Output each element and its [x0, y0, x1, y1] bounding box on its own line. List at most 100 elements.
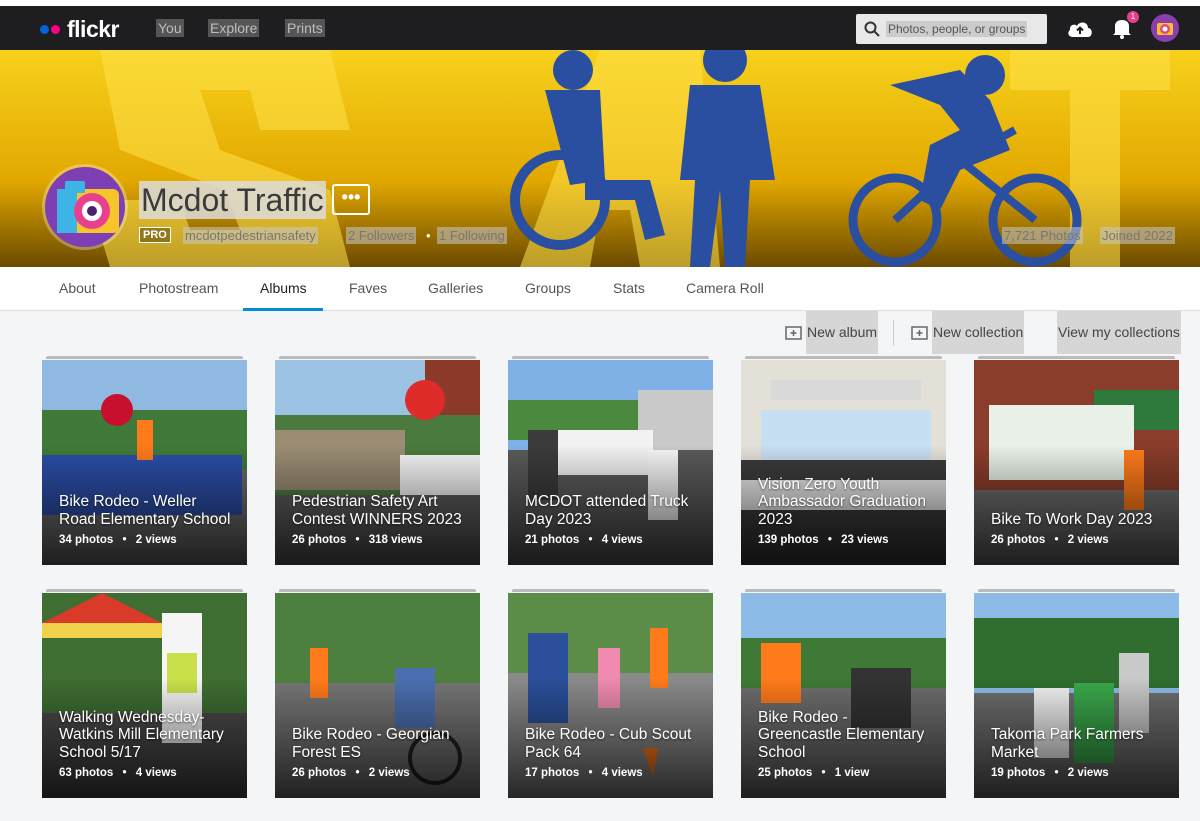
meta-separator: •	[426, 228, 431, 243]
album-stack-edge	[279, 589, 476, 592]
album-photo-count: 34 photos	[59, 534, 114, 546]
top-navbar: flickr You Explore Prints Photos, people…	[0, 0, 1200, 50]
album-stack-edge	[512, 356, 709, 359]
album-card[interactable]: Bike Rodeo - Cub Scout Pack 64 17 photos…	[508, 593, 713, 798]
more-options-button[interactable]: •••	[332, 184, 370, 215]
album-card[interactable]: Bike Rodeo - Greencastle Elementary Scho…	[741, 593, 946, 798]
album-card[interactable]: Pedestrian Safety Art Contest WINNERS 20…	[275, 360, 480, 565]
count-separator: •	[827, 534, 832, 546]
album-counts: 139 photos • 23 views	[758, 534, 934, 546]
album-card[interactable]: Walking Wednesday-Watkins Mill Elementar…	[42, 593, 247, 798]
album-info: Bike Rodeo - Georgian Forest ES 26 photo…	[292, 726, 468, 779]
album-card[interactable]: Bike Rodeo - Weller Road Elementary Scho…	[42, 360, 247, 565]
tab-albums[interactable]: Albums	[260, 280, 307, 296]
album-counts: 34 photos • 2 views	[59, 534, 235, 546]
count-separator: •	[588, 534, 593, 546]
tab-photostream[interactable]: Photostream	[139, 280, 218, 296]
profile-tabs: About Photostream Albums Faves Galleries…	[0, 267, 1200, 311]
new-album-label: New album	[806, 311, 879, 354]
album-title: MCDOT attended Truck Day 2023	[525, 493, 689, 528]
album-title: Takoma Park Farmers Market	[991, 726, 1144, 761]
album-stack-edge	[279, 356, 476, 359]
nav-explore-link[interactable]: Explore	[208, 19, 260, 37]
album-counts: 26 photos • 318 views	[292, 534, 468, 546]
album-photo-count: 26 photos	[292, 534, 347, 546]
album-card[interactable]: Bike Rodeo - Georgian Forest ES 26 photo…	[275, 593, 480, 798]
brand-name: flickr	[67, 16, 119, 42]
album-card[interactable]: Takoma Park Farmers Market 19 photos • 2…	[974, 593, 1179, 798]
flickr-logo[interactable]: flickr	[40, 16, 119, 43]
album-view-count: 23 views	[841, 534, 889, 546]
tab-stats[interactable]: Stats	[613, 280, 645, 296]
tab-about[interactable]: About	[59, 280, 96, 296]
album-view-count: 1 view	[834, 767, 870, 779]
album-title: Bike To Work Day 2023	[991, 510, 1153, 528]
count-separator: •	[1054, 534, 1059, 546]
logo-blue-dot-icon	[40, 25, 49, 34]
album-card[interactable]: Vision Zero Youth Ambassador Graduation …	[741, 360, 946, 565]
album-card[interactable]: MCDOT attended Truck Day 2023 21 photos …	[508, 360, 713, 565]
tab-faves[interactable]: Faves	[349, 280, 387, 296]
following-link[interactable]: 1 Following	[437, 227, 507, 244]
count-separator: •	[821, 767, 826, 779]
album-photo-count: 17 photos	[525, 767, 580, 779]
new-album-button[interactable]: New album	[785, 311, 879, 354]
active-tab-indicator	[243, 308, 323, 311]
joined-date: Joined 2022	[1100, 227, 1175, 244]
album-stack-edge	[978, 589, 1175, 592]
tab-camera-roll[interactable]: Camera Roll	[686, 280, 764, 296]
album-title: Bike Rodeo - Georgian Forest ES	[292, 726, 450, 761]
album-stack-edge	[978, 356, 1175, 359]
view-collections-label: View my collections	[1057, 311, 1181, 354]
album-photo-count: 139 photos	[758, 534, 819, 546]
count-separator: •	[1054, 767, 1059, 779]
notification-badge: 1	[1127, 11, 1139, 23]
album-title: Pedestrian Safety Art Contest WINNERS 20…	[292, 493, 462, 528]
album-title: Bike Rodeo - Cub Scout Pack 64	[525, 726, 692, 761]
album-view-count: 2 views	[368, 767, 410, 779]
album-view-count: 2 views	[135, 534, 177, 546]
tab-groups[interactable]: Groups	[525, 280, 571, 296]
album-counts: 26 photos • 2 views	[991, 534, 1167, 546]
count-separator: •	[588, 767, 593, 779]
album-photo-count: 26 photos	[991, 534, 1046, 546]
album-card[interactable]: Bike To Work Day 2023 26 photos • 2 view…	[974, 360, 1179, 565]
album-counts: 17 photos • 4 views	[525, 767, 701, 779]
album-title: Walking Wednesday-Watkins Mill Elementar…	[59, 708, 224, 761]
album-stack-edge	[46, 589, 243, 592]
album-stack-edge	[745, 356, 942, 359]
upload-cloud-icon[interactable]	[1066, 18, 1094, 40]
tab-galleries[interactable]: Galleries	[428, 280, 483, 296]
album-view-count: 2 views	[1067, 767, 1109, 779]
album-info: Walking Wednesday-Watkins Mill Elementar…	[59, 709, 235, 780]
profile-avatar[interactable]	[42, 164, 128, 250]
album-photo-count: 19 photos	[991, 767, 1046, 779]
count-separator: •	[122, 534, 127, 546]
followers-link[interactable]: 2 Followers	[346, 227, 417, 244]
album-stack-edge	[745, 589, 942, 592]
profile-username: mcdotpedestriansafety	[183, 227, 318, 244]
album-view-count: 318 views	[368, 534, 423, 546]
album-photo-count: 25 photos	[758, 767, 813, 779]
album-info: Bike Rodeo - Cub Scout Pack 64 17 photos…	[525, 726, 701, 779]
new-collection-button[interactable]: New collection	[911, 311, 1025, 354]
search-icon	[864, 21, 880, 37]
album-info: Pedestrian Safety Art Contest WINNERS 20…	[292, 493, 468, 546]
logo-pink-dot-icon	[51, 25, 60, 34]
album-view-count: 2 views	[1067, 534, 1109, 546]
album-counts: 63 photos • 4 views	[59, 767, 235, 779]
nav-prints-link[interactable]: Prints	[285, 19, 325, 37]
count-separator: •	[122, 767, 127, 779]
search-placeholder: Photos, people, or groups	[886, 21, 1028, 37]
search-input[interactable]: Photos, people, or groups	[856, 14, 1047, 44]
user-avatar[interactable]	[1151, 14, 1179, 42]
new-album-icon	[785, 326, 802, 340]
album-info: Bike Rodeo - Weller Road Elementary Scho…	[59, 493, 235, 546]
album-title: Vision Zero Youth Ambassador Graduation …	[758, 475, 927, 528]
album-counts: 21 photos • 4 views	[525, 534, 701, 546]
view-collections-link[interactable]: View my collections	[1057, 311, 1181, 354]
album-photo-count: 63 photos	[59, 767, 114, 779]
album-view-count: 4 views	[135, 767, 177, 779]
nav-you-link[interactable]: You	[156, 19, 184, 37]
count-separator: •	[355, 534, 360, 546]
